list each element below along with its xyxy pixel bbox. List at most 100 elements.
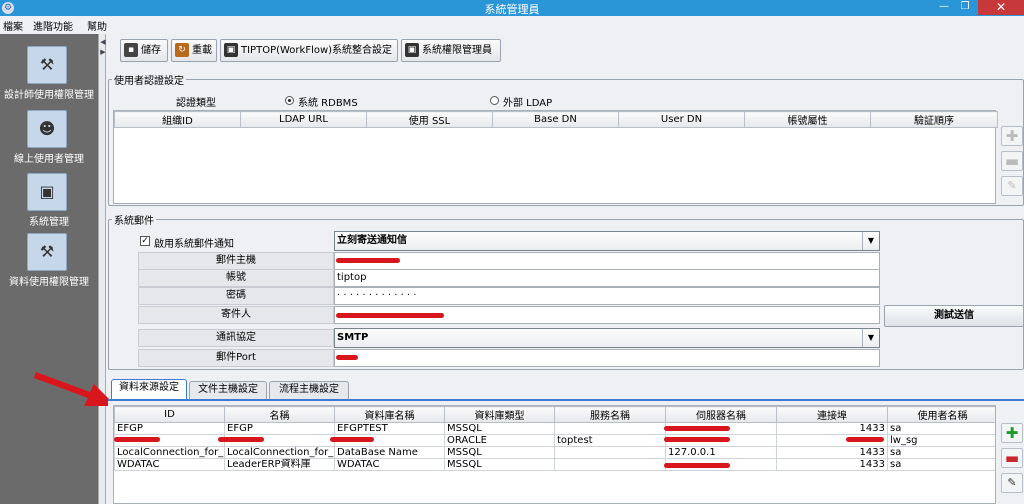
table-cell: MSSQL xyxy=(444,446,555,459)
redaction-mark xyxy=(664,463,730,468)
table-cell: sa xyxy=(887,422,995,435)
left-nav-panel: ⚒ 設計師使用權限管理 ☻ 線上使用者管理 ▣ 系統管理 ⚒ 資料使用權限管理 xyxy=(0,34,98,504)
table-cell: WDATAC xyxy=(334,458,445,471)
column-header[interactable]: 組織ID xyxy=(114,111,241,128)
nav-label: 系統管理 xyxy=(29,217,69,228)
add-ldap-button[interactable]: ✚ xyxy=(1001,126,1023,146)
column-header[interactable]: 服務名稱 xyxy=(554,406,666,423)
title-bar: ⚙ 系統管理員 — ❐ ✕ xyxy=(0,0,1024,16)
column-header[interactable]: ID xyxy=(114,406,225,423)
ldap-radio[interactable] xyxy=(490,96,499,105)
table-row[interactable]: LocalConnection_for_... LocalConnection_… xyxy=(114,446,995,459)
redaction-mark xyxy=(664,437,730,442)
table-cell: sa xyxy=(887,458,995,471)
redaction-mark xyxy=(336,355,358,360)
chevron-down-icon: ▼ xyxy=(862,232,879,250)
save-icon: ▪ xyxy=(124,43,138,57)
menu-file[interactable]: 檔案 xyxy=(3,18,23,33)
column-header[interactable]: 使用者名稱 xyxy=(887,406,995,423)
redaction-mark xyxy=(114,437,160,442)
panel-splitter[interactable]: ◀ ▶ xyxy=(98,34,106,504)
nav-label: 線上使用者管理 xyxy=(14,154,84,165)
column-header[interactable]: 使用 SSL xyxy=(366,111,493,128)
column-header[interactable]: Base DN xyxy=(492,111,619,128)
nav-label: 設計師使用權限管理 xyxy=(4,90,94,101)
tab-process-host[interactable]: 流程主機設定 xyxy=(269,381,349,399)
column-header[interactable]: 帳號屬性 xyxy=(744,111,871,128)
account-label: 帳號 xyxy=(138,269,334,287)
chevron-down-icon: ▼ xyxy=(862,329,879,347)
password-input[interactable]: · · · · · · · · · · · · · xyxy=(334,287,880,305)
minimize-button[interactable]: — xyxy=(934,0,954,15)
column-header[interactable]: 連接埠 xyxy=(776,406,888,423)
window-title: 系統管理員 xyxy=(484,3,540,16)
table-cell: ORACLE xyxy=(444,434,555,447)
rdbms-radio[interactable] xyxy=(285,96,294,105)
datasource-table[interactable]: ID 名稱 資料庫名稱 資料庫類型 服務名稱 伺服器名稱 連接埠 使用者名稱 E… xyxy=(113,405,996,504)
table-cell: EFGP xyxy=(224,422,335,435)
ldap-option-label[interactable]: 外部 LDAP xyxy=(503,94,552,109)
nav-item-designer-permissions[interactable]: ⚒ 設計師使用權限管理 xyxy=(0,46,98,106)
remove-datasource-button[interactable]: ▬ xyxy=(1001,448,1023,468)
column-header[interactable]: User DN xyxy=(618,111,745,128)
table-cell: 1433 xyxy=(776,458,888,471)
nav-item-online-users[interactable]: ☻ 線上使用者管理 xyxy=(0,110,98,170)
menu-advanced[interactable]: 進階功能 xyxy=(33,18,73,33)
table-cell: WDATAC xyxy=(114,458,225,471)
restore-button[interactable]: ❐ xyxy=(955,0,975,15)
edit-datasource-button[interactable]: ✎ xyxy=(1001,473,1023,493)
hammer-icon: ⚒ xyxy=(27,233,67,271)
tab-document-host[interactable]: 文件主機設定 xyxy=(189,381,267,399)
auth-type-label: 認證類型 xyxy=(176,98,216,109)
nav-item-data-permissions[interactable]: ⚒ 資料使用權限管理 xyxy=(0,233,98,293)
table-cell: LocalConnection_for_... xyxy=(224,446,335,459)
table-cell: lw_sg xyxy=(887,434,995,447)
column-header[interactable]: 名稱 xyxy=(224,406,335,423)
column-header[interactable]: 驗証順序 xyxy=(870,111,998,128)
sender-label: 寄件人 xyxy=(138,306,334,324)
mail-port-input[interactable] xyxy=(334,349,880,367)
nav-label: 資料使用權限管理 xyxy=(9,277,89,288)
protocol-select[interactable]: SMTP ▼ xyxy=(334,328,880,348)
protocol-value: SMTP xyxy=(337,332,369,343)
enable-mail-label[interactable]: 啟用系統郵件通知 xyxy=(154,235,234,250)
add-datasource-button[interactable]: ✚ xyxy=(1001,423,1023,443)
test-send-button[interactable]: 測試送信 xyxy=(884,305,1024,327)
mail-port-label: 郵件Port xyxy=(138,349,334,367)
mail-host-input[interactable] xyxy=(334,252,880,270)
tiptop-settings-button[interactable]: ▣ TIPTOP(WorkFlow)系統整合設定 xyxy=(220,39,398,62)
table-cell: DataBase Name xyxy=(334,446,445,459)
ldap-table[interactable]: 組織ID LDAP URL 使用 SSL Base DN User DN 帳號屬… xyxy=(113,110,998,204)
column-header[interactable]: 伺服器名稱 xyxy=(665,406,777,423)
notify-mode-select[interactable]: 立刻寄送通知信 ▼ xyxy=(334,231,880,251)
close-button[interactable]: ✕ xyxy=(978,0,1024,15)
mail-host-label: 郵件主機 xyxy=(138,252,334,270)
save-button[interactable]: ▪ 儲存 xyxy=(120,39,168,62)
table-cell: 1433 xyxy=(776,422,888,435)
table-cell: 127.0.0.1 xyxy=(665,446,777,459)
table-cell xyxy=(554,446,666,459)
table-cell: LeaderERP資料庫 xyxy=(224,458,335,471)
edit-ldap-button[interactable]: ✎ xyxy=(1001,176,1023,196)
reload-icon: ↻ xyxy=(175,43,189,57)
monitor-icon: ▣ xyxy=(27,173,67,211)
notify-mode-value: 立刻寄送通知信 xyxy=(337,235,407,246)
protocol-label: 通訊協定 xyxy=(138,329,334,347)
tab-datasource[interactable]: 資料來源設定 xyxy=(111,379,187,400)
table-row[interactable]: EFGP EFGP EFGPTEST MSSQL 1433 sa xyxy=(114,422,995,435)
table-row[interactable]: WDATAC LeaderERP資料庫 WDATAC MSSQL 1433 sa xyxy=(114,458,995,471)
enable-mail-checkbox[interactable]: ✓ xyxy=(140,236,150,246)
account-input[interactable]: tiptop xyxy=(334,269,880,287)
column-header[interactable]: 資料庫名稱 xyxy=(334,406,445,423)
column-header[interactable]: 資料庫類型 xyxy=(444,406,555,423)
nav-item-system-admin[interactable]: ▣ 系統管理 xyxy=(0,173,98,233)
remove-ldap-button[interactable]: ▬ xyxy=(1001,151,1023,171)
table-cell xyxy=(554,422,666,435)
rdbms-option-label[interactable]: 系統 RDBMS xyxy=(298,94,358,109)
column-header[interactable]: LDAP URL xyxy=(240,111,367,128)
reload-button[interactable]: ↻ 重載 xyxy=(171,39,217,62)
table-cell: sa xyxy=(887,446,995,459)
permission-admin-button[interactable]: ▣ 系統權限管理員 xyxy=(401,39,501,62)
menu-help[interactable]: 幫助 xyxy=(87,18,107,33)
table-cell: MSSQL xyxy=(444,458,555,471)
